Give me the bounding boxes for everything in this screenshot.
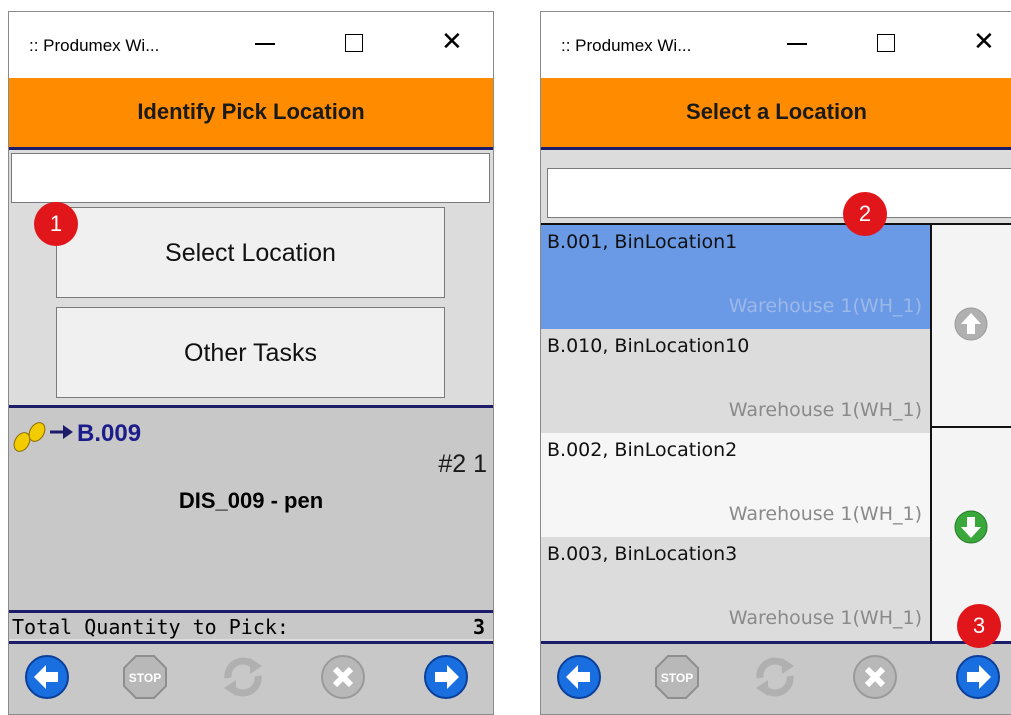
- total-quantity-label: Total Quantity to Pick:: [12, 615, 289, 639]
- back-icon[interactable]: [556, 654, 602, 700]
- callout-badge-2: 2: [843, 192, 887, 236]
- select-location-button[interactable]: Select Location: [56, 207, 445, 298]
- close-icon: ✕: [973, 27, 995, 57]
- location-code: B.010, BinLocation10: [547, 335, 750, 357]
- screen-header: Identify Pick Location: [9, 78, 493, 150]
- arrow-right-icon: [50, 425, 73, 439]
- location-warehouse: Warehouse 1(WH_1): [728, 295, 922, 317]
- close-button[interactable]: ✕: [965, 24, 1005, 64]
- cancel-icon[interactable]: [320, 654, 366, 700]
- arrow-up-icon: [954, 307, 988, 341]
- location-code: B.003, BinLocation3: [547, 543, 738, 565]
- minimize-button[interactable]: [777, 24, 817, 64]
- pick-sequence: #2 1: [438, 450, 487, 478]
- location-warehouse: Warehouse 1(WH_1): [728, 503, 922, 525]
- pick-info-panel: B.009 #2 1 DIS_009 - pen: [9, 405, 493, 613]
- list-item[interactable]: B.001, BinLocation1 Warehouse 1(WH_1): [541, 225, 930, 329]
- refresh-icon[interactable]: [220, 654, 266, 700]
- scroll-up-button[interactable]: [932, 223, 1011, 428]
- screen-header: Select a Location: [541, 78, 1011, 150]
- maximize-icon: [345, 34, 363, 52]
- list-item[interactable]: B.002, BinLocation2 Warehouse 1(WH_1): [541, 433, 930, 537]
- title-bar: :: Produmex Wi... ✕: [9, 12, 493, 78]
- back-icon[interactable]: [24, 654, 70, 700]
- forward-icon[interactable]: [955, 654, 1001, 700]
- content-area: Select Location Other Tasks B.009 #2 1 D…: [9, 150, 493, 714]
- content-area: B.001, BinLocation1 Warehouse 1(WH_1) B.…: [541, 150, 1011, 714]
- location-code: B.002, BinLocation2: [547, 439, 738, 461]
- other-tasks-button[interactable]: Other Tasks: [56, 307, 445, 398]
- callout-badge-3: 3: [957, 604, 1001, 648]
- scan-input[interactable]: [547, 168, 1011, 218]
- item-description: DIS_009 - pen: [178, 488, 324, 513]
- screen-title: Select a Location: [686, 99, 867, 124]
- list-item[interactable]: B.010, BinLocation10 Warehouse 1(WH_1): [541, 329, 930, 433]
- svg-text:STOP: STOP: [661, 671, 693, 685]
- pick-location-code: B.009: [77, 420, 142, 447]
- arrow-down-icon: [954, 510, 988, 544]
- total-quantity-value: 3: [472, 615, 485, 639]
- minimize-icon: [787, 43, 807, 45]
- maximize-button[interactable]: [865, 24, 905, 64]
- scan-input[interactable]: [11, 153, 490, 203]
- screen-title: Identify Pick Location: [137, 99, 365, 124]
- left-window: :: Produmex Wi... ✕ Identify Pick Locati…: [8, 11, 494, 715]
- svg-text:STOP: STOP: [129, 671, 161, 685]
- bottom-nav: STOP: [9, 641, 493, 714]
- callout-badge-1: 1: [34, 202, 78, 246]
- close-button[interactable]: ✕: [433, 24, 473, 64]
- forward-icon[interactable]: [423, 654, 469, 700]
- title-bar: :: Produmex Wi... ✕: [541, 12, 1011, 78]
- footsteps-icon: [13, 422, 46, 452]
- list-item[interactable]: B.003, BinLocation3 Warehouse 1(WH_1): [541, 537, 930, 641]
- location-list: B.001, BinLocation1 Warehouse 1(WH_1) B.…: [541, 223, 932, 644]
- location-warehouse: Warehouse 1(WH_1): [728, 607, 922, 629]
- window-title: :: Produmex Wi...: [29, 36, 160, 55]
- stop-icon[interactable]: STOP: [654, 654, 700, 700]
- refresh-icon[interactable]: [752, 654, 798, 700]
- stop-icon[interactable]: STOP: [122, 654, 168, 700]
- close-icon: ✕: [441, 27, 463, 57]
- window-title: :: Produmex Wi...: [561, 36, 692, 55]
- scroll-pane: [932, 223, 1011, 644]
- cancel-icon[interactable]: [852, 654, 898, 700]
- total-quantity-bar: Total Quantity to Pick: 3: [9, 610, 493, 639]
- location-code: B.001, BinLocation1: [547, 231, 738, 253]
- maximize-button[interactable]: [333, 24, 373, 64]
- minimize-icon: [255, 43, 275, 45]
- bottom-nav: STOP: [541, 641, 1011, 714]
- right-window: :: Produmex Wi... ✕ Select a Location B.…: [540, 11, 1011, 715]
- maximize-icon: [877, 34, 895, 52]
- location-warehouse: Warehouse 1(WH_1): [728, 399, 922, 421]
- minimize-button[interactable]: [245, 24, 285, 64]
